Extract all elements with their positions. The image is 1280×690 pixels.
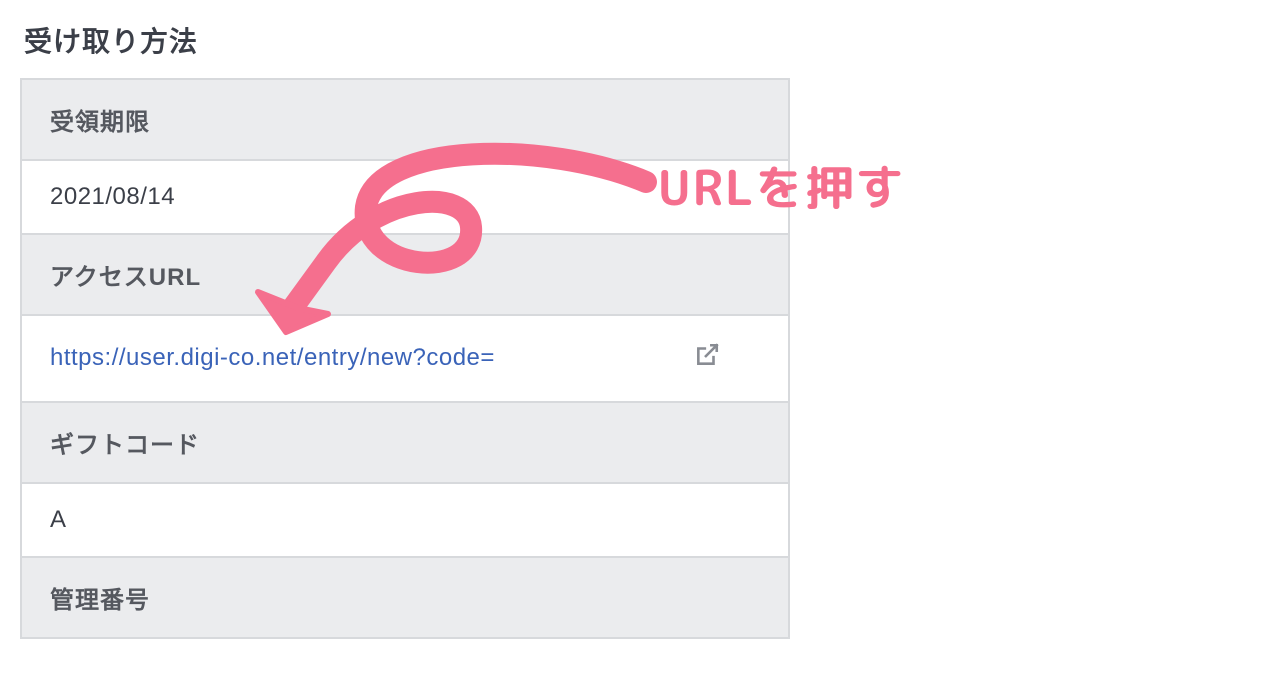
section-title: 受け取り方法: [24, 20, 790, 60]
row-mgmt-number: 管理番号: [22, 558, 788, 639]
access-url-link[interactable]: https://user.digi-co.net/entry/new?code=: [50, 338, 495, 379]
label-mgmt-number: 管理番号: [22, 558, 788, 637]
row-access-url-value: https://user.digi-co.net/entry/new?code=: [22, 316, 788, 403]
row-gift-code: ギフトコード: [22, 403, 788, 484]
label-deadline: 受領期限: [22, 80, 788, 159]
info-panel: 受け取り方法 受領期限 2021/08/14 アクセスURL https://u…: [20, 0, 790, 639]
row-access-url: アクセスURL: [22, 235, 788, 316]
row-gift-code-value: A: [22, 484, 788, 558]
label-access-url: アクセスURL: [22, 235, 788, 314]
row-deadline: 受領期限: [22, 80, 788, 161]
value-gift-code: A: [22, 484, 788, 556]
external-link-icon[interactable]: [694, 342, 720, 375]
label-gift-code: ギフトコード: [22, 403, 788, 482]
annotation-text: URLを押す: [658, 152, 906, 223]
